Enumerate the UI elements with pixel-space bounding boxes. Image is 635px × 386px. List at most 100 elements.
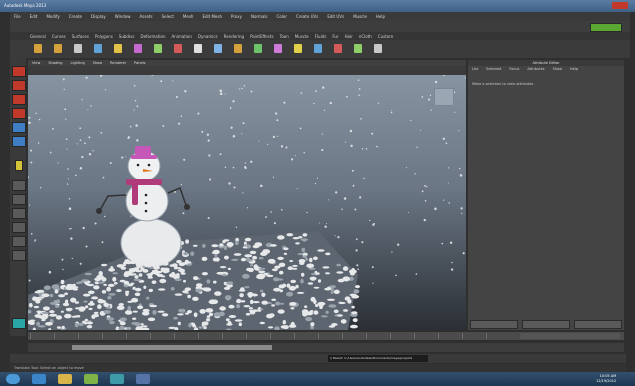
menu-item-12[interactable]: Color [277,14,287,19]
move-tool-icon[interactable] [12,108,26,119]
shelf-tab-6[interactable]: Animation [172,34,192,39]
shelf-tool-icon[interactable] [94,44,102,53]
menu-item-10[interactable]: Proxy [231,14,242,19]
lasso-tool-icon[interactable] [12,80,26,91]
perspective-viewport[interactable] [28,75,466,330]
panel-button-1[interactable] [522,320,570,329]
shelf-tool-icon[interactable] [134,44,142,53]
viewport-menu-item-5[interactable]: Panels [134,61,145,65]
shelf-tool-icon[interactable] [354,44,362,53]
playback-controls[interactable] [520,333,620,339]
menu-item-8[interactable]: Mesh [183,14,194,19]
panel-menu-item-5[interactable]: Help [570,67,578,73]
start-button-icon[interactable] [6,374,20,384]
shelf-tool-icon[interactable] [314,44,322,53]
snow-ground [28,231,360,330]
viewport-menu-item-4[interactable]: Renderer [110,61,126,65]
menu-item-1[interactable]: Edit [30,14,38,19]
shelf-tool-icon[interactable] [174,44,182,53]
shelf-tab-1[interactable]: Curves [52,34,66,39]
shelf-tool-icon[interactable] [34,44,42,53]
menu-item-3[interactable]: Create [69,14,82,19]
panel-button-2[interactable] [574,320,622,329]
shelf-tool-icon[interactable] [154,44,162,53]
menu-item-14[interactable]: Edit UVs [327,14,344,19]
menu-item-5[interactable]: Window [115,14,131,19]
shelf-tool-icon[interactable] [334,44,342,53]
shelf-tool-icon[interactable] [74,44,82,53]
shelf-tool-icon[interactable] [294,44,302,53]
rotate-tool-icon[interactable] [12,122,26,133]
ie-icon[interactable] [32,374,46,384]
shelf-tab-3[interactable]: Polygons [95,34,113,39]
panel-menu-item-3[interactable]: Attributes [527,67,544,73]
viewport-menu-item-1[interactable]: Shading [48,61,62,65]
shelf-tool-icon[interactable] [194,44,202,53]
layout-graph-icon[interactable] [12,250,26,261]
menu-item-13[interactable]: Create UVs [296,14,318,19]
menu-item-11[interactable]: Normals [251,14,268,19]
scale-tool-icon[interactable] [12,136,26,147]
scene-svg [28,75,466,330]
shelf-tool-icon[interactable] [234,44,242,53]
light-icon[interactable] [15,160,23,171]
close-icon[interactable] [612,2,628,9]
shelf-tab-12[interactable]: Fluids [315,34,327,39]
menu-item-0[interactable]: File [14,14,21,19]
layout-persp-icon[interactable] [12,222,26,233]
shelf-tab-9[interactable]: PaintEffects [250,34,274,39]
shelf-tool-icon[interactable] [114,44,122,53]
render-settings-icon[interactable] [12,318,26,329]
shelf-tool-icon[interactable] [374,44,382,53]
panel-menu: List Selected Focus Attributes Show Help [468,67,624,73]
shelf-tab-4[interactable]: Subdivs [119,34,135,39]
menu-item-2[interactable]: Modify [46,14,59,19]
viewport-menu-item-2[interactable]: Lighting [71,61,85,65]
panel-menu-item-4[interactable]: Show [553,67,562,73]
panel-menu-item-2[interactable]: Focus [509,67,519,73]
shelf-tab-0[interactable]: General [30,34,46,39]
shelf-tool-icon[interactable] [274,44,282,53]
shelf-tab-11[interactable]: Muscle [295,34,309,39]
shelf-tab-10[interactable]: Toon [280,34,289,39]
menu-item-4[interactable]: Display [91,14,106,19]
layout-two-icon[interactable] [12,208,26,219]
layout-single-icon[interactable] [12,180,26,191]
folder-icon[interactable] [58,374,72,384]
media-icon[interactable] [84,374,98,384]
menu-item-9[interactable]: Edit Mesh [202,14,222,19]
layout-four-icon[interactable] [12,194,26,205]
view-cube-icon[interactable] [434,88,454,106]
status-line [10,21,630,32]
menu-item-15[interactable]: Muscle [353,14,367,19]
layout-outliner-icon[interactable] [12,236,26,247]
app-taskbar-icon[interactable] [136,374,150,384]
shelf-tab-2[interactable]: Surfaces [72,34,89,39]
shelf-tab-8[interactable]: Rendering [224,34,244,39]
menu-item-6[interactable]: Assets [140,14,153,19]
shelf-tabs: General Curves Surfaces Polygons Subdivs Defo… [10,32,630,40]
maya-taskbar-icon[interactable] [110,374,124,384]
command-line[interactable] [10,354,626,363]
shelf-tool-icon[interactable] [214,44,222,53]
shelf-tab-7[interactable]: Dynamics [198,34,218,39]
paint-select-icon[interactable] [12,94,26,105]
panel-button-0[interactable] [470,320,518,329]
viewport-toolbar [28,66,466,75]
menu-item-16[interactable]: Help [376,14,385,19]
viewport-menu-item-0[interactable]: View [32,61,40,65]
shelf-tool-icon[interactable] [54,44,62,53]
shelf-tab-16[interactable]: Custom [378,34,393,39]
range-slider-bar[interactable] [72,345,272,350]
shelf-tab-13[interactable]: Fur [332,34,338,39]
menu-item-7[interactable]: Select [162,14,174,19]
panel-menu-item-0[interactable]: List [472,67,478,73]
shelf-tab-14[interactable]: Hair [345,34,353,39]
shelf-tool-icon[interactable] [254,44,262,53]
shelf-tab-5[interactable]: Deformation [141,34,166,39]
select-tool-icon[interactable] [12,66,26,77]
viewport-menu-item-3[interactable]: Show [93,61,102,65]
layout-toggle-icon[interactable] [590,23,622,32]
shelf-tab-15[interactable]: nCloth [359,34,372,39]
panel-menu-item-1[interactable]: Selected [486,67,501,73]
